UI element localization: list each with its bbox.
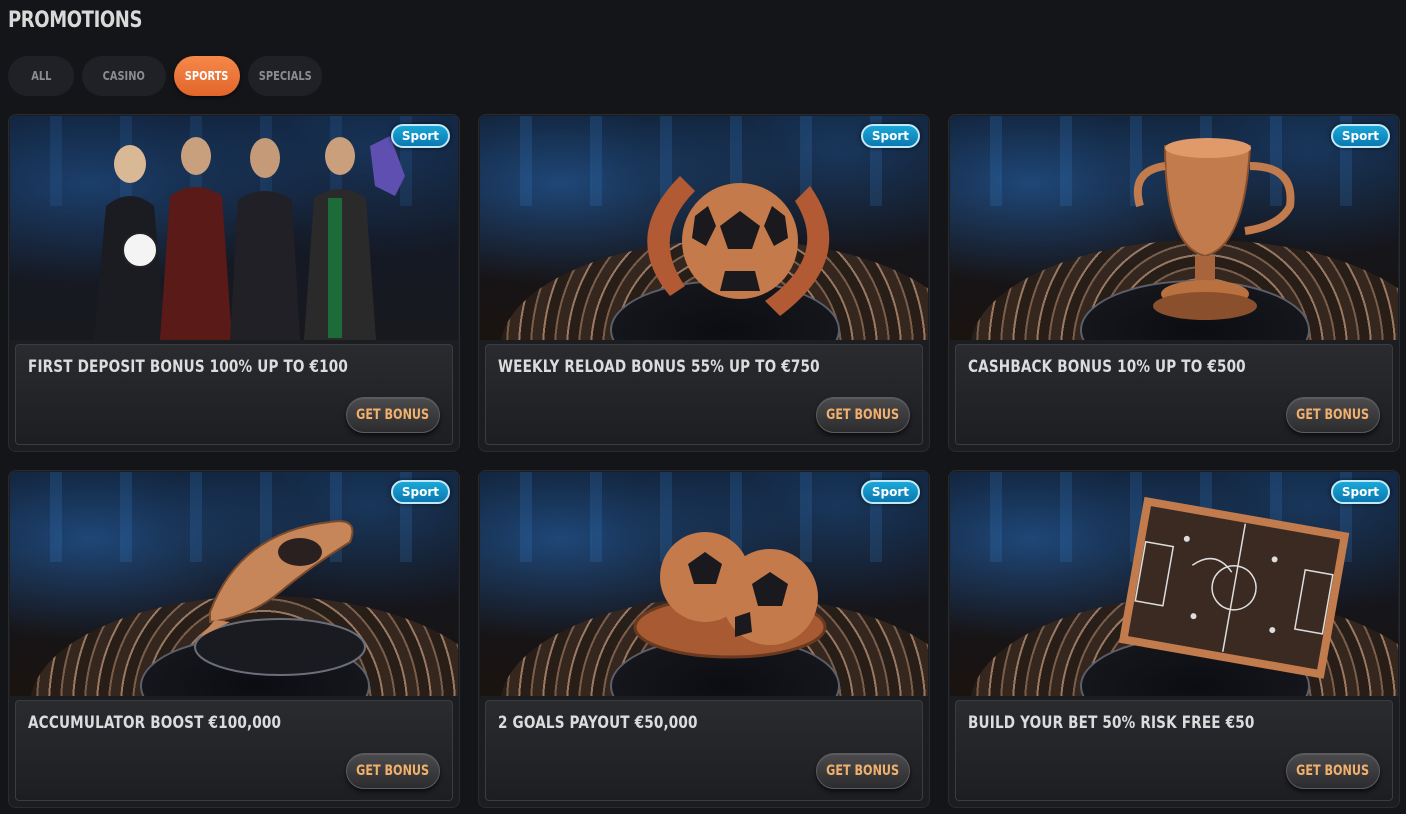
promotion-title: CASHBACK BONUS 10% UP TO €500 [968,357,1246,377]
promotion-card[interactable]: Sport FIRST DEPOSIT BONUS 100% UP TO €10… [8,114,460,452]
two-balls-icon [633,532,827,659]
get-bonus-button[interactable]: GET BONUS [1286,753,1380,789]
sport-badge: Sport [1330,480,1390,504]
tab-sports[interactable]: SPORTS [174,56,240,96]
promotion-info: CASHBACK BONUS 10% UP TO €500 GET BONUS [955,344,1393,445]
soccer-ball-reload-icon [647,176,830,316]
promotion-title: ACCUMULATOR BOOST €100,000 [28,713,282,733]
sport-badge: Sport [390,124,450,148]
promotion-info: ACCUMULATOR BOOST €100,000 GET BONUS [15,700,453,801]
football-boot-icon [194,520,366,676]
sport-badge: Sport [390,480,450,504]
tactics-board-icon [1118,496,1350,679]
page-title: PROMOTIONS [8,8,143,33]
promotion-title: BUILD YOUR BET 50% RISK FREE €50 [968,713,1255,733]
promotion-info: BUILD YOUR BET 50% RISK FREE €50 GET BON… [955,700,1393,801]
promotion-title: WEEKLY RELOAD BONUS 55% UP TO €750 [498,357,820,377]
promotion-image: Sport [480,472,928,696]
promotion-title: 2 GOALS PAYOUT €50,000 [498,713,698,733]
cashback-trophy-icon [1133,138,1295,320]
promotion-card[interactable]: Sport BUILD YOUR BET 50% RISK FREE €50 G… [948,470,1400,808]
get-bonus-button[interactable]: GET BONUS [346,753,440,789]
get-bonus-button[interactable]: GET BONUS [346,397,440,433]
tab-all[interactable]: ALL [8,56,74,96]
promotion-info: FIRST DEPOSIT BONUS 100% UP TO €100 GET … [15,344,453,445]
get-bonus-button[interactable]: GET BONUS [816,753,910,789]
get-bonus-button[interactable]: GET BONUS [1286,397,1380,433]
sport-badge: Sport [860,480,920,504]
promotion-image: Sport [480,116,928,340]
promotion-filter-tabs: ALL CASINO SPORTS SPECIALS [8,56,322,96]
promotion-card[interactable]: Sport WEEKLY RELOAD BONUS 55% UP TO €750… [478,114,930,452]
sport-badge: Sport [1330,124,1390,148]
promotion-card[interactable]: Sport 2 GOALS PAYOUT €50,000 GET BONUS [478,470,930,808]
tab-specials[interactable]: SPECIALS [248,56,322,96]
promotion-image: Sport [950,472,1398,696]
promotion-image: Sport [10,472,458,696]
promotion-title: FIRST DEPOSIT BONUS 100% UP TO €100 [28,357,349,377]
tab-casino[interactable]: CASINO [82,56,166,96]
promotion-info: 2 GOALS PAYOUT €50,000 GET BONUS [485,700,923,801]
get-bonus-button[interactable]: GET BONUS [816,397,910,433]
promotion-card[interactable]: Sport CASHBACK BONUS 10% UP TO €500 GET … [948,114,1400,452]
fans-celebrating-icon [10,116,458,340]
sport-badge: Sport [860,124,920,148]
promotion-info: WEEKLY RELOAD BONUS 55% UP TO €750 GET B… [485,344,923,445]
promotion-card[interactable]: Sport ACCUMULATOR BOOST €100,000 GET BON… [8,470,460,808]
promotion-image: Sport [950,116,1398,340]
promotion-image: Sport [10,116,458,340]
